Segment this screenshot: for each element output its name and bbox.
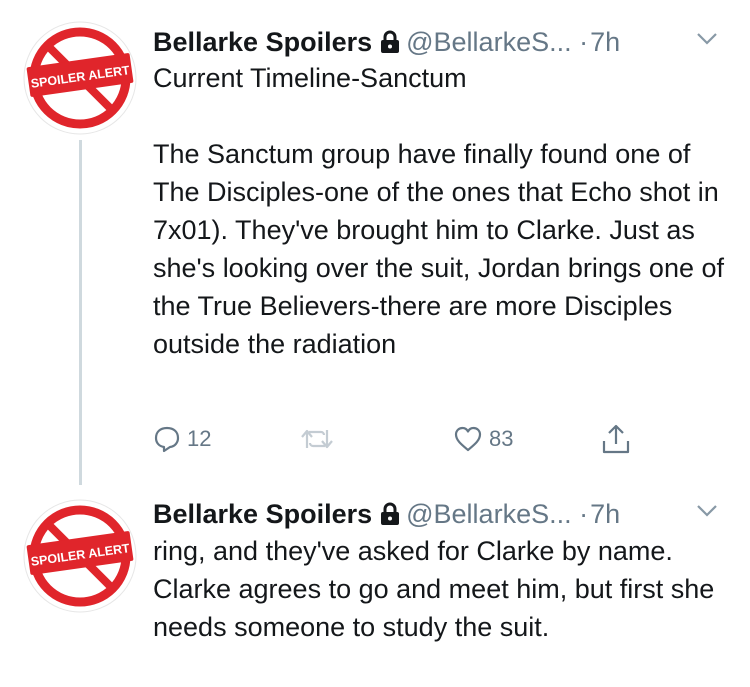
retweet-button[interactable]: [300, 421, 334, 457]
avatar-spoiler-alert[interactable]: SPOILER ALERT: [22, 498, 138, 614]
like-button[interactable]: 83: [453, 421, 513, 457]
tweet-header: Bellarke Spoilers @BellarkeS... ·7h: [153, 492, 620, 536]
retweet-icon: [301, 429, 333, 449]
tweet-text: Current Timeline-Sanctum The Sanctum gro…: [153, 63, 724, 359]
separator-dot: ·: [579, 499, 589, 529]
display-name[interactable]: Bellarke Spoilers: [153, 27, 372, 57]
timestamp[interactable]: 7h: [590, 27, 620, 57]
timestamp[interactable]: 7h: [590, 499, 620, 529]
tweet-header: Bellarke Spoilers @BellarkeS... ·7h: [153, 20, 620, 64]
tweet-1[interactable]: SPOILER ALERT Bellarke Spoilers @Bellark…: [0, 0, 750, 485]
share-button[interactable]: [601, 421, 631, 457]
chevron-down-icon[interactable]: [696, 504, 718, 518]
lock-icon: [381, 30, 400, 53]
display-name[interactable]: Bellarke Spoilers: [153, 499, 372, 529]
chevron-down-icon[interactable]: [696, 32, 718, 46]
tweet-text: ring, and they've asked for Clarke by na…: [153, 536, 722, 642]
handle[interactable]: @BellarkeS...: [406, 499, 571, 529]
lock-icon: [381, 502, 400, 525]
like-count: 83: [489, 426, 514, 451]
heart-icon: [454, 426, 482, 452]
handle[interactable]: @BellarkeS...: [406, 27, 571, 57]
tweet-2[interactable]: SPOILER ALERT Bellarke Spoilers @Bellark…: [0, 470, 750, 687]
share-icon: [602, 424, 630, 454]
reply-count: 12: [187, 426, 212, 451]
reply-icon: [154, 426, 180, 453]
separator-dot: ·: [579, 27, 589, 57]
thread-line: [79, 140, 82, 485]
reply-button[interactable]: 12: [153, 421, 211, 457]
avatar-spoiler-alert[interactable]: SPOILER ALERT: [22, 20, 138, 136]
